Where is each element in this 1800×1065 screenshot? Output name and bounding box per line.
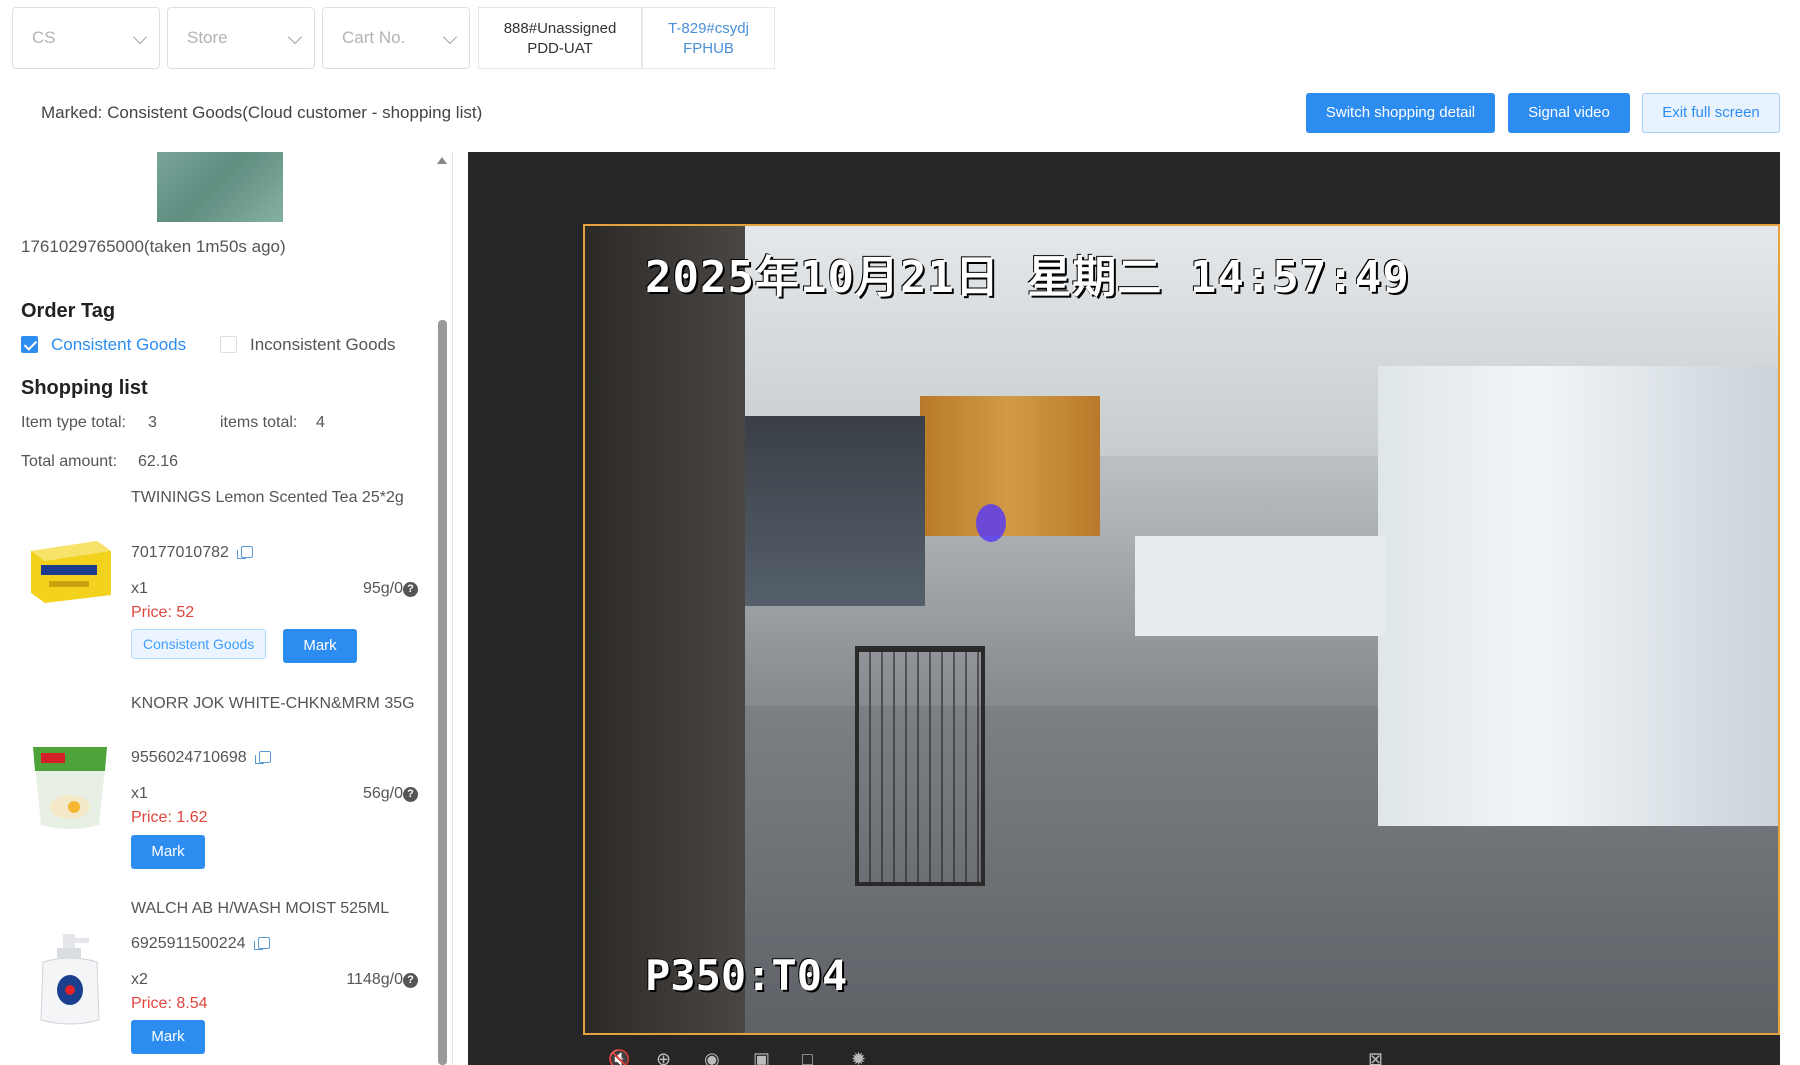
scrollbar-thumb[interactable] — [438, 320, 447, 1065]
shopping-cart-in-view — [855, 646, 985, 886]
video-player[interactable]: 2025年10月21日 星期二 14:57:49 P350:T04 🔇 ⊕ ◉ … — [468, 152, 1780, 1065]
mark-button[interactable]: Mark — [283, 629, 357, 663]
copy-icon[interactable] — [254, 751, 271, 764]
items-total-value: 4 — [316, 414, 325, 431]
total-amount-label: Total amount: — [21, 453, 118, 470]
video-osd-camera: P350:T04 — [645, 951, 848, 1000]
snapshot-thumbnail[interactable] — [157, 152, 283, 222]
shopping-detail-panel: 1761029765000(taken 1m50s ago) Order Tag… — [0, 152, 452, 1065]
cs-select-placeholder: CS — [32, 28, 56, 47]
item-price: Price: 1.62 — [131, 809, 208, 826]
consistent-goods-tag: Consistent Goods — [131, 629, 267, 659]
inconsistent-goods-checkbox[interactable] — [220, 336, 237, 353]
settings-icon[interactable]: ✹ — [851, 1049, 866, 1065]
exit-full-screen-button[interactable]: Exit full screen — [1642, 93, 1780, 133]
scene-counter — [1135, 536, 1385, 636]
cart-no-placeholder: Cart No. — [342, 28, 406, 47]
cs-select[interactable]: CS — [12, 7, 160, 69]
shopping-list-title: Shopping list — [21, 377, 148, 399]
consistent-goods-label[interactable]: Consistent Goods — [51, 335, 186, 355]
item-weight-text: 56g/0 — [362, 785, 403, 802]
tab-line2: PDD-UAT — [527, 40, 593, 57]
mark-button[interactable]: Mark — [131, 1020, 205, 1054]
item-barcode-text: 6925911500224 — [131, 935, 246, 952]
items-total-label: items total: — [220, 414, 298, 431]
panel-divider — [452, 152, 453, 1065]
mute-icon[interactable]: 🔇 — [608, 1049, 630, 1065]
mark-button[interactable]: Mark — [131, 835, 205, 869]
inconsistent-goods-label[interactable]: Inconsistent Goods — [250, 335, 396, 355]
tab-line2: FPHUB — [683, 40, 734, 57]
item-weight: 56g/0? — [363, 785, 418, 803]
scene-window — [1378, 366, 1778, 826]
item-price: Price: 52 — [131, 604, 195, 621]
item-barcode: 70177010782 — [131, 544, 253, 562]
help-icon[interactable]: ? — [403, 787, 418, 802]
product-image-twinings — [31, 541, 111, 603]
cart-no-select[interactable]: Cart No. — [322, 7, 470, 69]
item-quantity: x1 — [131, 785, 148, 802]
item-type-total-label: Item type total: — [21, 414, 126, 431]
product-image-knorr — [33, 747, 107, 829]
chevron-down-icon — [442, 29, 458, 45]
tab-t829-csydj[interactable]: T-829#csydj FPHUB — [642, 7, 775, 69]
item-weight-text: 95g/0 — [362, 580, 403, 597]
item-weight: 95g/0? — [363, 580, 418, 598]
item-weight-text: 1148g/0 — [346, 971, 403, 988]
item-name: WALCH AB H/WASH MOIST 525ML — [131, 900, 390, 917]
copy-icon[interactable] — [253, 937, 270, 950]
item-barcode-text: 70177010782 — [131, 544, 229, 561]
snapshot-icon[interactable]: ◉ — [704, 1049, 720, 1065]
tab-888-unassigned[interactable]: 888#Unassigned PDD-UAT — [478, 7, 642, 69]
video-osd-datetime: 2025年10月21日 星期二 14:57:49 — [645, 252, 1410, 303]
help-icon[interactable]: ? — [403, 582, 418, 597]
item-barcode-text: 9556024710698 — [131, 749, 247, 766]
filter-bar: CS Store Cart No. 888#Unassigned PDD-UAT… — [0, 0, 1800, 80]
zoom-in-icon[interactable]: ⊕ — [656, 1049, 671, 1065]
scroll-up-arrow-icon[interactable] — [437, 157, 447, 164]
item-barcode: 9556024710698 — [131, 749, 271, 767]
mouse-cursor-highlight — [976, 504, 1006, 542]
item-name: TWININGS Lemon Scented Tea 25*2g — [131, 489, 404, 506]
item-barcode: 6925911500224 — [131, 935, 270, 953]
close-icon[interactable]: ⊠ — [1368, 1049, 1383, 1065]
tab-line1: 888#Unassigned — [503, 20, 617, 37]
signal-video-button[interactable]: Signal video — [1508, 93, 1630, 133]
camera-feed: 2025年10月21日 星期二 14:57:49 P350:T04 — [583, 224, 1780, 1035]
store-select[interactable]: Store — [167, 7, 315, 69]
marked-status: Marked: Consistent Goods(Cloud customer … — [41, 103, 483, 122]
item-quantity: x2 — [131, 971, 148, 988]
chevron-down-icon — [287, 29, 303, 45]
snapshot-timestamp: 1761029765000(taken 1m50s ago) — [21, 237, 286, 256]
store-select-placeholder: Store — [187, 28, 228, 47]
switch-shopping-detail-button[interactable]: Switch shopping detail — [1306, 93, 1495, 133]
fullscreen-focus-icon[interactable]: □ — [802, 1049, 813, 1065]
help-icon[interactable]: ? — [403, 973, 418, 988]
item-weight: 1148g/0? — [346, 971, 418, 989]
tab-line1: T-829#csydj — [668, 20, 749, 37]
scene-desks — [745, 416, 925, 606]
total-amount-value: 62.16 — [138, 453, 179, 470]
scene-left-wall — [585, 226, 745, 1033]
product-image-walch — [40, 934, 100, 1025]
chevron-down-icon — [132, 29, 148, 45]
scene-doors — [920, 396, 1100, 536]
item-type-total-value: 3 — [148, 414, 157, 431]
record-icon[interactable]: ▣ — [753, 1049, 770, 1065]
order-tag-title: Order Tag — [21, 300, 116, 322]
consistent-goods-checkbox[interactable] — [21, 336, 38, 353]
item-name: KNORR JOK WHITE-CHKN&MRM 35G — [131, 695, 415, 712]
copy-icon[interactable] — [236, 546, 253, 559]
item-price: Price: 8.54 — [131, 995, 208, 1012]
item-quantity: x1 — [131, 580, 148, 597]
